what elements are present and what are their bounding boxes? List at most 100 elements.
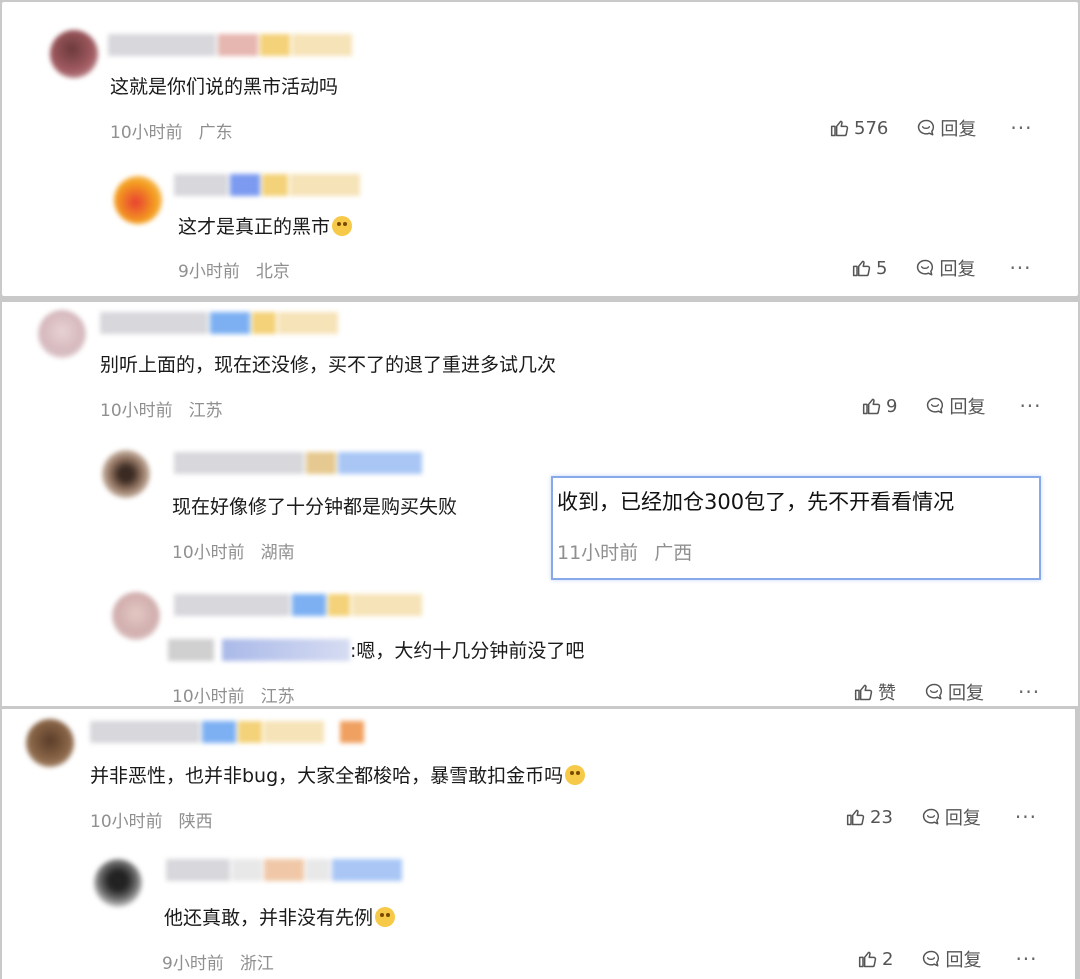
reply-location: 湖南: [260, 543, 295, 563]
overlay-comment-text: 收到，已经加仓300包了，先不开看看情况: [557, 490, 955, 514]
reply-location: 北京: [255, 262, 290, 282]
username-blurred[interactable]: [174, 174, 360, 196]
comment-text: 别听上面的，现在还没修，买不了的退了重进多试几次: [100, 354, 557, 376]
astonished-face-icon: [565, 765, 586, 785]
more-dots-icon[interactable]: ···: [1019, 394, 1041, 418]
speech-bubble-icon: [923, 950, 940, 967]
comment-location: 陕西: [178, 812, 213, 832]
comment-actions: 576 回复 ···: [830, 116, 1032, 140]
reply-actions: 5 回复 ···: [852, 256, 1032, 280]
avatar[interactable]: [102, 450, 150, 498]
reply-text-content: 这才是真正的黑市: [178, 216, 331, 238]
more-dots-icon[interactable]: ···: [1009, 256, 1031, 280]
reply-label: 回复: [949, 397, 986, 418]
reply-button[interactable]: 回复: [916, 115, 976, 141]
reply-location: 浙江: [239, 954, 274, 974]
reply-time: 10小时前: [172, 543, 245, 563]
username-blurred[interactable]: [174, 594, 422, 616]
like-button[interactable]: 9: [862, 396, 897, 417]
reply-time: 10小时前: [172, 687, 245, 706]
like-button[interactable]: 赞: [854, 679, 896, 705]
comment-location: 广东: [198, 123, 233, 143]
comment-meta: 10小时前 江苏: [100, 396, 223, 421]
avatar[interactable]: [94, 859, 142, 907]
avatar[interactable]: [26, 719, 74, 767]
like-label: 赞: [878, 683, 896, 704]
reply-button[interactable]: 回复: [925, 393, 985, 419]
avatar[interactable]: [112, 592, 160, 640]
reply-text: 他还真敢，并非没有先例: [164, 903, 396, 930]
reply-meta: 10小时前 江苏: [172, 682, 295, 706]
reply-label: 回复: [939, 259, 976, 280]
username-blurred[interactable]: [108, 34, 352, 56]
comment-meta: 10小时前 广东: [110, 118, 233, 143]
mention-blurred[interactable]: [222, 639, 350, 661]
speech-bubble-icon: [918, 119, 935, 136]
reply-label: 回复: [948, 683, 984, 704]
overlay-comment-time: 11小时前: [557, 542, 639, 564]
thumbs-up-icon: [858, 951, 877, 968]
reply-actions: 2 回复 ···: [858, 947, 1038, 971]
more-dots-icon[interactable]: ···: [1015, 947, 1037, 971]
reply-time: 9小时前: [178, 262, 240, 282]
username-blurred[interactable]: [100, 312, 338, 334]
reply-label: 回复: [945, 950, 982, 971]
like-count: 9: [886, 395, 898, 417]
thumbs-up-icon: [854, 684, 873, 701]
avatar[interactable]: [38, 310, 86, 358]
reply-label: 回复: [944, 808, 981, 829]
like-button[interactable]: 2: [858, 949, 893, 970]
reply-location: 江苏: [260, 687, 295, 706]
username-blurred[interactable]: [174, 452, 422, 474]
like-count: 23: [870, 806, 893, 828]
overlay-comment-meta: 11小时前 广西: [557, 538, 692, 565]
avatar[interactable]: [114, 176, 162, 224]
more-dots-icon[interactable]: ···: [1018, 680, 1040, 704]
speech-bubble-icon: [925, 683, 943, 700]
reply-button[interactable]: 回复: [921, 946, 981, 972]
like-count: 576: [854, 117, 889, 139]
overlay-comment-location: 广西: [654, 542, 693, 564]
speech-bubble-icon: [927, 397, 944, 414]
like-count: 2: [882, 948, 894, 970]
comment-panel-3: 并非恶性，也并非bug，大家全都梭哈，暴雪敢扣金币吗 10小时前 陕西 23 回复…: [2, 709, 1075, 979]
reply-meta: 9小时前 浙江: [162, 949, 274, 974]
more-dots-icon[interactable]: ···: [1010, 116, 1032, 140]
thumbs-up-icon: [846, 809, 865, 826]
reply-button[interactable]: 回复: [921, 804, 981, 830]
comment-time: 10小时前: [90, 812, 163, 832]
mention-blurred[interactable]: [168, 639, 214, 661]
like-button[interactable]: 5: [852, 258, 887, 279]
avatar[interactable]: [50, 30, 98, 78]
thumbs-up-icon: [830, 120, 849, 137]
comment-text: 并非恶性，也并非bug，大家全都梭哈，暴雪敢扣金币吗: [90, 761, 586, 788]
overlay-comment: 收到，已经加仓300包了，先不开看看情况 11小时前 广西: [551, 476, 1041, 580]
reply-text: 这才是真正的黑市: [178, 212, 353, 239]
more-dots-icon[interactable]: ···: [1015, 805, 1037, 829]
reply-text: 现在好像修了十分钟都是购买失败: [172, 496, 458, 518]
reply-button[interactable]: 回复: [924, 679, 984, 705]
reply-text: :嗯，大约十几分钟前没了吧: [168, 636, 584, 663]
reply-time: 9小时前: [162, 954, 224, 974]
astonished-face-icon: [375, 907, 396, 927]
comment-time: 10小时前: [110, 123, 183, 143]
thumbs-up-icon: [862, 398, 881, 415]
reply-text-content: 他还真敢，并非没有先例: [164, 907, 374, 929]
reply-text-content: :嗯，大约十几分钟前没了吧: [350, 640, 585, 662]
comment-time: 10小时前: [100, 401, 173, 421]
reply-label: 回复: [940, 119, 977, 140]
reply-actions: 赞 回复 ···: [854, 680, 1040, 704]
comment-location: 江苏: [188, 401, 223, 421]
like-button[interactable]: 23: [846, 807, 893, 828]
reply-button[interactable]: 回复: [915, 255, 975, 281]
speech-bubble-icon: [922, 808, 939, 825]
like-button[interactable]: 576: [830, 118, 888, 139]
username-blurred[interactable]: [166, 859, 402, 881]
username-blurred[interactable]: [90, 721, 364, 743]
smiling-face-icon: [332, 216, 353, 236]
thumbs-up-icon: [852, 260, 871, 277]
comment-actions: 23 回复 ···: [846, 805, 1037, 829]
reply-meta: 9小时前 北京: [178, 257, 290, 282]
comment-meta: 10小时前 陕西: [90, 807, 213, 832]
like-count: 5: [876, 257, 888, 279]
